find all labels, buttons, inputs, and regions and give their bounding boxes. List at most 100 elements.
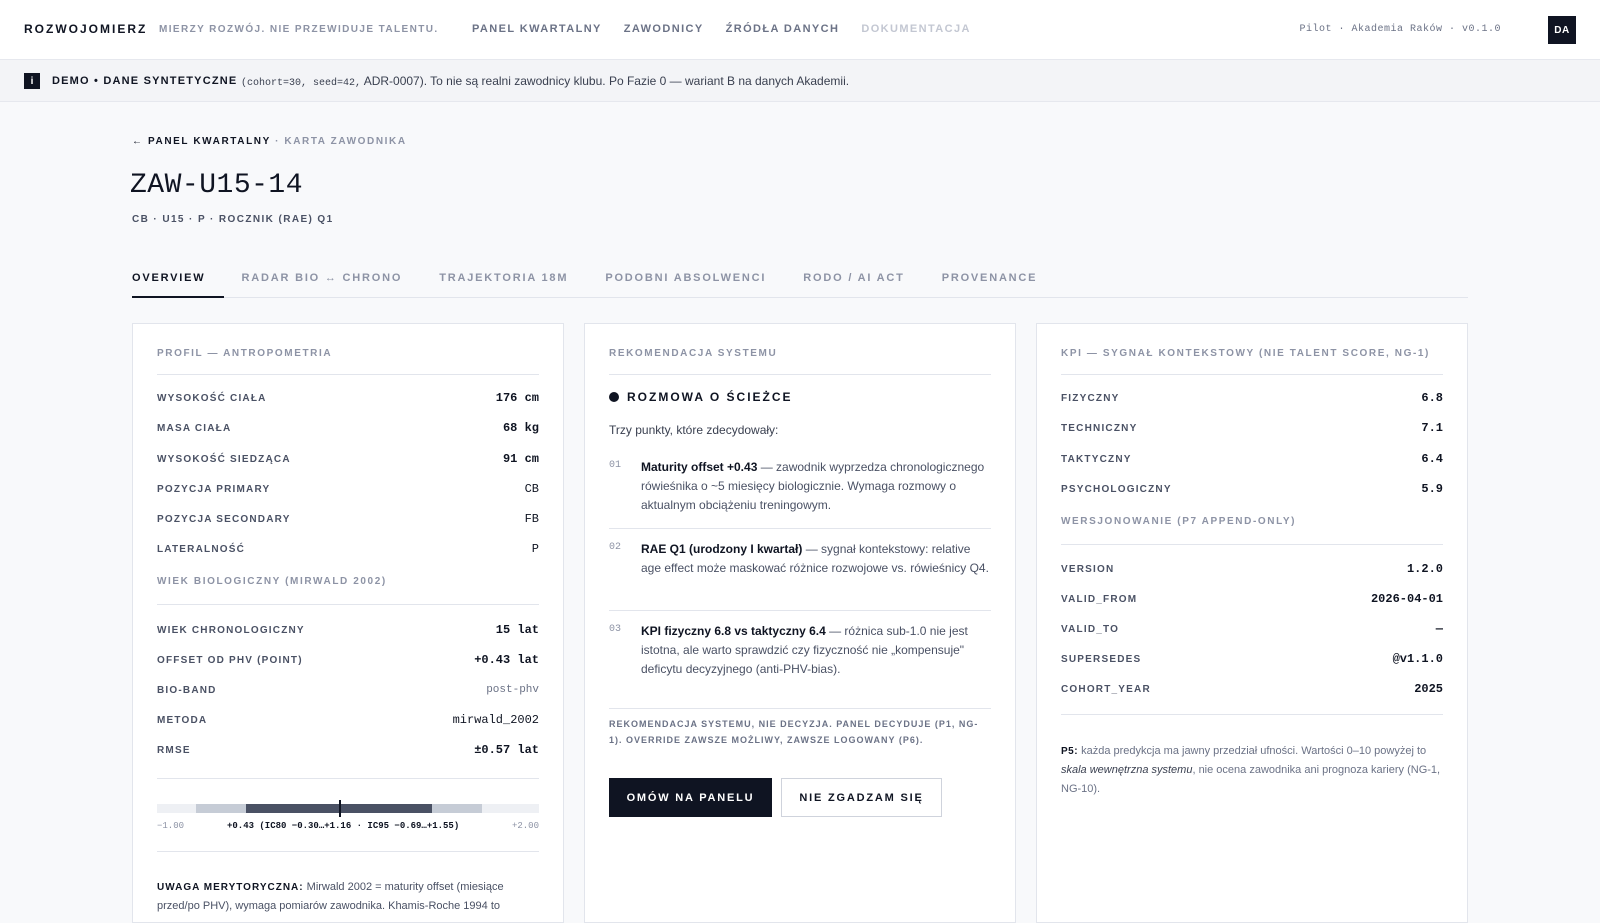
tab-provenance[interactable]: PROVENANCE <box>942 266 1038 298</box>
divider <box>157 374 539 375</box>
pilot-meta: Pilot · Akademia Raków · v0.1.0 <box>1299 24 1501 35</box>
recommendation-disclaimer: REKOMENDACJA SYSTEMU, NIE DECYZJA. PANEL… <box>609 719 979 745</box>
tab-overview[interactable]: OVERVIEW <box>132 266 224 298</box>
breadcrumb-separator: · <box>270 136 285 147</box>
row-key: POZYCJA SECONDARY <box>157 513 291 525</box>
row-value: 7.1 <box>1421 421 1443 435</box>
ci-summary-label: +0.43 (IC80 −0.30…+1.16 · IC95 −0.69…+1.… <box>227 821 460 831</box>
banner-code: (cohort=30, seed=42, <box>241 78 362 89</box>
row-value: mirwald_2002 <box>452 713 539 727</box>
version-row: VALID_TO — <box>1061 619 1443 639</box>
methodology-note: UWAGA MERYTORYCZNA: Mirwald 2002 = matur… <box>157 878 539 916</box>
kpi-row: TECHNICZNY 7.1 <box>1061 418 1443 438</box>
row-key: BIO-BAND <box>157 684 217 696</box>
version-row: VERSION 1.2.0 <box>1061 559 1443 579</box>
main-nav: PANEL KWARTALNY ZAWODNICY ŹRÓDŁA DANYCH … <box>472 23 971 35</box>
tab-podobni[interactable]: PODOBNI ABSOLWENCI <box>605 266 766 298</box>
divider <box>1061 544 1443 545</box>
version-row: SUPERSEDES @v1.1.0 <box>1061 649 1443 669</box>
reason-item: 02 RAE Q1 (urodzony I kwartał) — sygnał … <box>609 540 991 611</box>
note-label: UWAGA MERYTORYCZNA: <box>157 882 304 893</box>
reason-number: 02 <box>609 542 622 553</box>
row-value: 6.4 <box>1421 452 1443 466</box>
page-title: ZAW-U15-14 <box>130 170 304 201</box>
divider <box>1061 374 1443 375</box>
row-key: RMSE <box>157 744 191 756</box>
row-value: 176 cm <box>495 391 539 405</box>
row-value: ±0.57 lat <box>474 743 539 757</box>
row-key: METODA <box>157 714 208 726</box>
disagree-button[interactable]: NIE ZGADZAM SIĘ <box>781 778 942 817</box>
row-key: WIEK CHRONOLOGICZNY <box>157 624 305 636</box>
p5-label: P5: <box>1061 746 1079 757</box>
demo-banner: i DEMO • DANE SYNTETYCZNE (cohort=30, se… <box>0 60 1600 102</box>
kpi-row: FIZYCZNY 6.8 <box>1061 388 1443 408</box>
banner-text: (cohort=30, seed=42, ADR-0007). To nie s… <box>241 74 849 89</box>
divider <box>157 604 539 605</box>
divider <box>1061 714 1443 715</box>
nav-zawodnicy[interactable]: ZAWODNICY <box>624 23 704 35</box>
row-key: FIZYCZNY <box>1061 392 1120 404</box>
row-value: @v1.1.0 <box>1392 652 1443 666</box>
nav-dokumentacja[interactable]: DOKUMENTACJA <box>861 23 970 35</box>
recommendation-intro: Trzy punkty, które zdecydowały: <box>609 423 779 437</box>
profile-row: WYSOKOŚĆ SIEDZĄCA 91 cm <box>157 449 539 469</box>
reason-item: 01 Maturity offset +0.43 — zawodnik wypr… <box>609 458 991 529</box>
bio-row: BIO-BAND post-phv <box>157 680 539 700</box>
row-key: VALID_FROM <box>1061 593 1138 605</box>
version-row: COHORT_YEAR 2025 <box>1061 679 1443 699</box>
bio-row: OFFSET OD PHV (POINT) +0.43 lat <box>157 650 539 670</box>
recommendation-heading-text: ROZMOWA O ŚCIEŻCE <box>627 390 793 404</box>
reason-bold: Maturity offset +0.43 <box>641 460 758 474</box>
row-value: 68 kg <box>502 421 539 435</box>
reason-number: 01 <box>609 460 622 471</box>
banner-body: ADR-0007). To nie są realni zawodnicy kl… <box>363 74 850 88</box>
profile-row: MASA CIAŁA 68 kg <box>157 418 539 438</box>
row-key: TAKTYCZNY <box>1061 453 1132 465</box>
ci-axis-max: +2.00 <box>511 821 539 831</box>
row-key: PSYCHOLOGICZNY <box>1061 483 1172 495</box>
row-key: WYSOKOŚĆ SIEDZĄCA <box>157 453 291 465</box>
row-value: 2026-04-01 <box>1370 592 1443 606</box>
nav-panel-kwartalny[interactable]: PANEL KWARTALNY <box>472 23 602 35</box>
profile-row: POZYCJA PRIMARY CB <box>157 479 539 499</box>
breadcrumb-back-link[interactable]: ← PANEL KWARTALNY <box>132 136 271 147</box>
row-key: POZYCJA PRIMARY <box>157 483 271 495</box>
row-value: 6.8 <box>1421 391 1443 405</box>
reason-text: RAE Q1 (urodzony I kwartał) — sygnał kon… <box>641 540 991 578</box>
kpi-row: TAKTYCZNY 6.4 <box>1061 449 1443 469</box>
reason-item: 03 KPI fizyczny 6.8 vs taktyczny 6.4 — r… <box>609 622 991 679</box>
user-avatar[interactable]: DA <box>1548 16 1576 44</box>
nav-zrodla-danych[interactable]: ŹRÓDŁA DANYCH <box>726 23 840 35</box>
reason-bold: RAE Q1 (urodzony I kwartał) <box>641 542 803 556</box>
bio-row: RMSE ±0.57 lat <box>157 740 539 760</box>
recommendation-heading: ROZMOWA O ŚCIEŻCE <box>609 390 793 404</box>
divider <box>157 778 539 779</box>
row-value: FB <box>524 512 539 526</box>
ci-axis-min: −1.00 <box>157 821 185 831</box>
versioning-section-title: WERSJONOWANIE (P7 APPEND-ONLY) <box>1061 516 1297 527</box>
row-value: P <box>531 542 539 556</box>
banner-title: DEMO • DANE SYNTETYCZNE <box>52 75 238 87</box>
reason-text: Maturity offset +0.43 — zawodnik wyprzed… <box>641 458 991 515</box>
kpi-title: KPI — SYGNAŁ KONTEKSTOWY (NIE TALENT SCO… <box>1061 348 1430 359</box>
app-brand[interactable]: ROZWOJOMIERZ <box>24 22 147 36</box>
reason-text: KPI fizyczny 6.8 vs taktyczny 6.4 — różn… <box>641 622 991 679</box>
row-value: 1.2.0 <box>1406 562 1443 576</box>
recommendation-title: REKOMENDACJA SYSTEMU <box>609 348 778 359</box>
player-subline: CB · U15 · P · ROCZNIK (RAE) Q1 <box>132 214 334 225</box>
tab-trajektoria[interactable]: TRAJEKTORIA 18M <box>439 266 568 298</box>
point-estimate-marker <box>339 800 342 817</box>
bio-row: METODA mirwald_2002 <box>157 710 539 730</box>
reason-bold: KPI fizyczny 6.8 vs taktyczny 6.4 <box>641 624 826 638</box>
row-key: MASA CIAŁA <box>157 422 232 434</box>
discuss-on-panel-button[interactable]: OMÓW NA PANELU <box>609 778 772 817</box>
recommendation-card: REKOMENDACJA SYSTEMU ROZMOWA O ŚCIEŻCE T… <box>584 323 1016 923</box>
tab-rodo[interactable]: RODO / AI ACT <box>803 266 904 298</box>
status-dot-icon <box>609 392 619 402</box>
breadcrumb: ← PANEL KWARTALNY · KARTA ZAWODNIKA <box>132 136 407 147</box>
version-row: VALID_FROM 2026-04-01 <box>1061 589 1443 609</box>
profile-title: PROFIL — ANTROPOMETRIA <box>157 348 333 359</box>
divider <box>609 708 991 709</box>
tab-radar[interactable]: RADAR BIO ↔ CHRONO <box>242 266 403 298</box>
